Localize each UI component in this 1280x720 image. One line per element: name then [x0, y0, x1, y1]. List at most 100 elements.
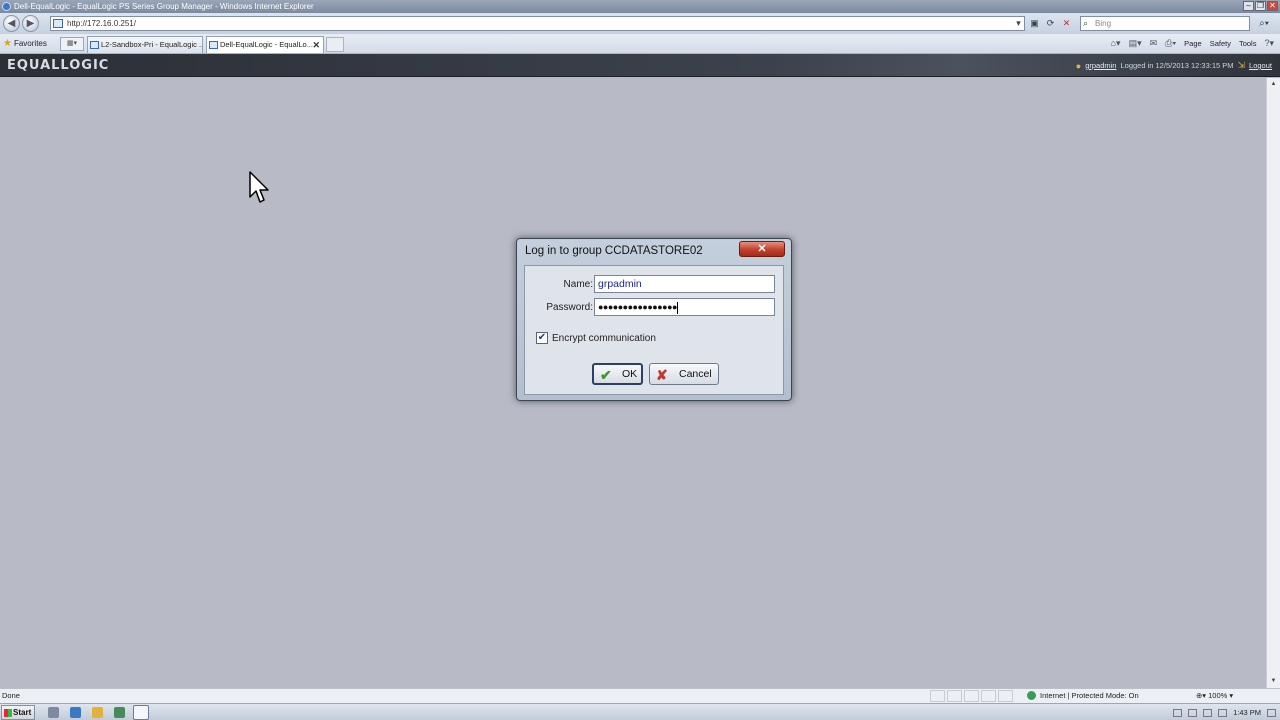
restore-button[interactable]: ❐	[1255, 1, 1266, 11]
server-manager-icon[interactable]	[48, 707, 59, 718]
refresh-icon[interactable]: ⟳	[1044, 16, 1057, 30]
clock[interactable]: 1:43 PM	[1233, 708, 1261, 717]
password-value: ●●●●●●●●●●●●●●●●	[598, 302, 677, 312]
logged-in-text: Logged in 12/5/2013 12:33:15 PM	[1120, 61, 1234, 70]
mail-icon[interactable]: ✉	[1150, 38, 1158, 49]
ok-label: OK	[622, 368, 638, 380]
system-tray: 1:43 PM	[1173, 708, 1276, 717]
feeds-icon[interactable]: ▤▾	[1129, 38, 1142, 49]
favorites-button[interactable]: ★ Favorites	[3, 38, 47, 49]
star-icon: ★	[3, 38, 12, 49]
globe-icon	[1027, 691, 1036, 700]
mouse-cursor-icon	[249, 171, 269, 203]
stop-icon[interactable]: ✕	[1060, 16, 1073, 30]
app-header: EQUALLOGIC ● grpadmin Logged in 12/5/201…	[0, 54, 1280, 77]
search-button[interactable]: ⌕▾	[1253, 16, 1275, 31]
name-field[interactable]: grpadmin	[594, 275, 775, 293]
status-text: Done	[2, 691, 20, 700]
ie-taskbar-icon[interactable]	[133, 705, 149, 720]
tab-dell-equallogic[interactable]: Dell-EqualLogic - EqualLo... ✕	[206, 36, 324, 53]
text-caret	[676, 301, 678, 314]
tools-menu[interactable]: Tools	[1239, 39, 1257, 48]
search-input[interactable]: ⌕ Bing	[1080, 16, 1250, 31]
explorer-folder-icon[interactable]	[92, 707, 103, 718]
encrypt-label: Encrypt communication	[552, 333, 656, 344]
dropdown-arrow-icon[interactable]: ▾	[1012, 16, 1025, 30]
tray-icon[interactable]	[1173, 708, 1183, 717]
scroll-down-icon[interactable]: ▼	[1269, 677, 1278, 686]
zoom-icon: ⊕▾	[1196, 691, 1209, 700]
login-dialog: Log in to group CCDATASTORE02 ✕ Name: gr…	[516, 238, 792, 401]
powershell-icon[interactable]	[70, 707, 81, 718]
ok-button[interactable]: ✔ OK	[592, 363, 643, 385]
zone-text: Internet | Protected Mode: On	[1040, 691, 1139, 700]
forward-button[interactable]: ▶	[22, 15, 39, 32]
logout-link[interactable]: Logout	[1249, 61, 1272, 70]
close-window-button[interactable]: ✕	[1267, 1, 1278, 11]
minimize-button[interactable]: –	[1243, 1, 1254, 11]
user-info: ● grpadmin Logged in 12/5/2013 12:33:15 …	[1076, 60, 1272, 71]
tab-label: L2-Sandbox-Pri - EqualLogic ...	[101, 40, 203, 49]
cancel-x-icon: ✘	[656, 367, 668, 383]
new-tab-button[interactable]	[326, 37, 344, 52]
checkmark-icon: ✔	[600, 367, 612, 383]
network-tray-icon[interactable]	[1218, 708, 1228, 717]
user-link[interactable]: grpadmin	[1085, 61, 1116, 70]
window-title: Dell-EqualLogic - EqualLogic PS Series G…	[14, 2, 314, 11]
cancel-button[interactable]: ✘ Cancel	[649, 363, 719, 385]
logout-icon: ⇲	[1237, 60, 1246, 70]
show-desktop-icon[interactable]	[1267, 708, 1276, 717]
help-icon[interactable]: ?▾	[1264, 38, 1274, 49]
quick-tabs-button[interactable]: ▦▾	[60, 37, 84, 51]
status-bar: Done Internet | Protected Mode: On ⊕▾ 10…	[0, 688, 1280, 703]
volume-icon[interactable]	[1203, 708, 1213, 717]
security-zone[interactable]: Internet | Protected Mode: On	[1027, 691, 1139, 700]
dialog-title: Log in to group CCDATASTORE02	[525, 245, 703, 257]
page-icon	[53, 19, 63, 28]
zoom-control[interactable]: ⊕▾ 100% ▾	[1196, 691, 1233, 700]
status-pane	[998, 690, 1013, 702]
password-label: Password:	[546, 302, 593, 313]
tab-l2-sandbox[interactable]: L2-Sandbox-Pri - EqualLogic ...	[87, 36, 203, 53]
print-icon[interactable]: ⎙▾	[1165, 38, 1176, 49]
search-placeholder: Bing	[1095, 19, 1112, 28]
start-button[interactable]: Start	[1, 705, 35, 720]
search-icon: ⌕	[1083, 18, 1089, 28]
ie-icon	[2, 2, 11, 11]
safety-menu[interactable]: Safety	[1210, 39, 1231, 48]
dialog-body: Name: grpadmin Password: ●●●●●●●●●●●●●●●…	[524, 265, 784, 395]
favorites-label: Favorites	[13, 39, 47, 48]
url-input[interactable]: http://172.16.0.251/	[50, 16, 1025, 31]
cancel-label: Cancel	[679, 368, 712, 380]
back-button[interactable]: ◀	[3, 15, 20, 32]
page-icon	[209, 41, 218, 49]
address-bar-row: ◀ ▶ http://172.16.0.251/ ▾ ▣ ⟳ ✕ ⌕ Bing …	[0, 13, 1280, 34]
page-menu[interactable]: Page	[1184, 39, 1202, 48]
chevron-down-icon: ▾	[1229, 691, 1234, 700]
status-pane	[930, 690, 945, 702]
command-bar: ⌂▾ ▤▾ ✉ ⎙▾ Page Safety Tools ?▾	[1111, 38, 1274, 49]
home-icon[interactable]: ⌂▾	[1111, 38, 1121, 49]
page-icon	[90, 41, 99, 49]
tab-close-icon[interactable]: ✕	[312, 37, 320, 53]
scroll-up-icon[interactable]: ▲	[1269, 80, 1278, 89]
status-pane	[964, 690, 979, 702]
start-label: Start	[13, 708, 32, 717]
status-pane	[981, 690, 996, 702]
tray-icon[interactable]	[1188, 708, 1198, 717]
address-tools: ▾ ▣ ⟳ ✕	[1012, 16, 1073, 30]
url-text: http://172.16.0.251/	[67, 19, 136, 28]
dialog-close-button[interactable]: ✕	[739, 241, 785, 257]
taskbar: Start 1:43 PM	[0, 703, 1280, 720]
window-controls: – ❐ ✕	[1243, 1, 1278, 11]
encrypt-checkbox[interactable]: ✔	[536, 332, 548, 344]
name-value: grpadmin	[598, 278, 642, 290]
zoom-text: 100%	[1208, 691, 1228, 700]
compatibility-icon[interactable]: ▣	[1028, 16, 1041, 30]
equallogic-logo: EQUALLOGIC	[7, 58, 110, 73]
password-field[interactable]: ●●●●●●●●●●●●●●●●	[594, 298, 775, 316]
user-icon: ●	[1075, 60, 1082, 71]
vertical-scrollbar[interactable]: ▲ ▼	[1266, 78, 1280, 688]
network-icon[interactable]	[114, 707, 125, 718]
window-titlebar: Dell-EqualLogic - EqualLogic PS Series G…	[0, 0, 1280, 13]
